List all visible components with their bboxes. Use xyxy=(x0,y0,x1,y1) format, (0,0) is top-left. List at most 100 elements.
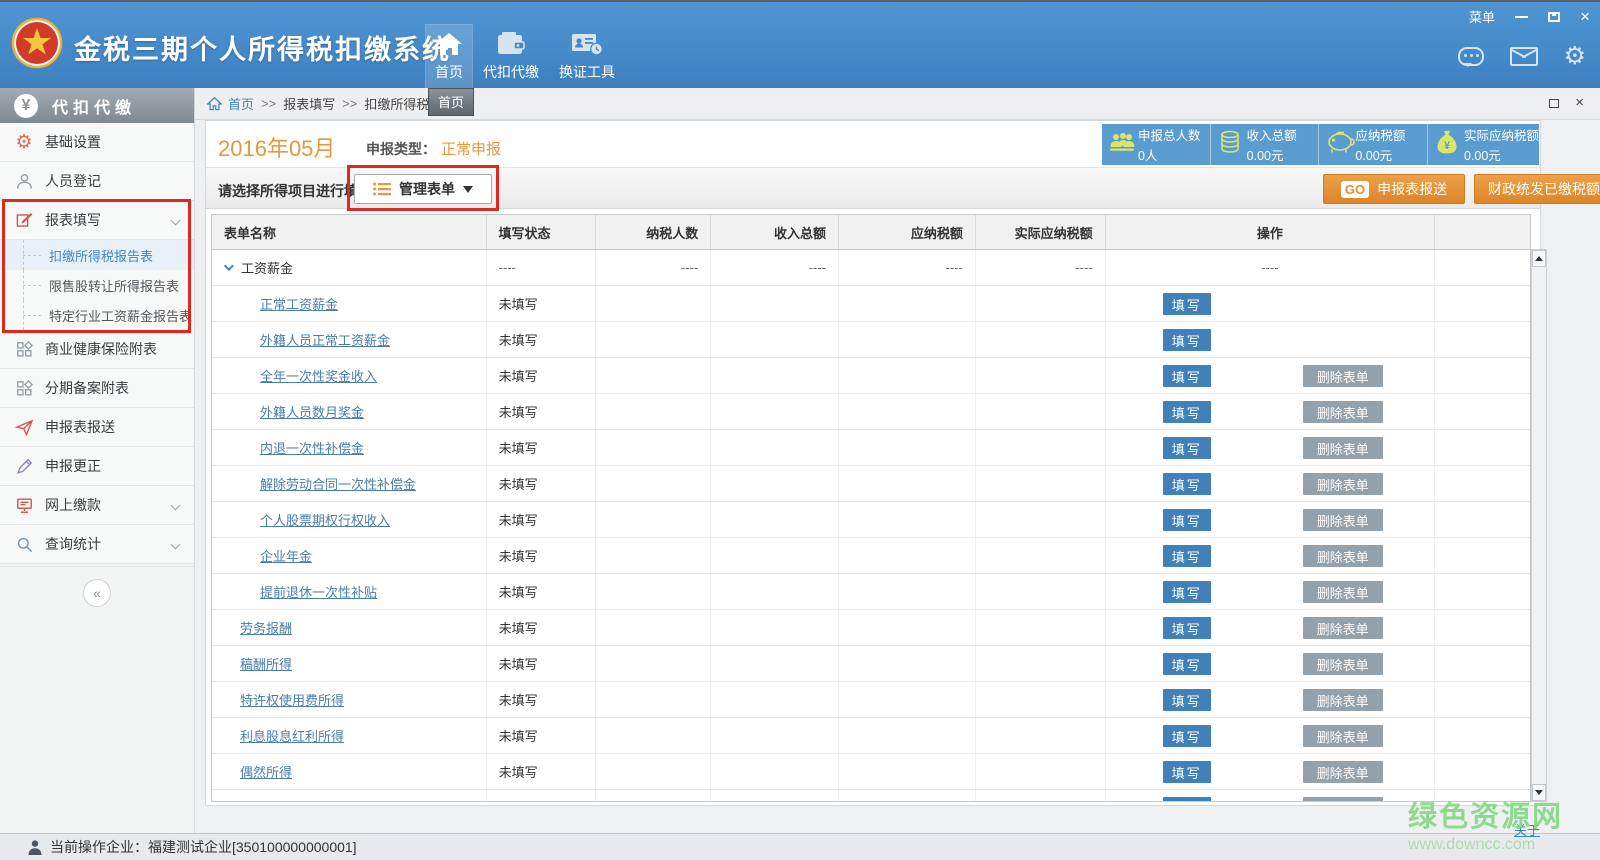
fill-button[interactable]: 填写 xyxy=(1163,293,1211,315)
form-name-link[interactable]: 偶然所得 xyxy=(240,762,292,781)
fill-button[interactable]: 填写 xyxy=(1163,725,1211,747)
sidebar-item-online-payment[interactable]: 网上缴款 xyxy=(0,486,194,525)
form-name-cell: 个人股票期权行权收入 xyxy=(212,502,487,537)
data-cell xyxy=(711,358,839,393)
sidebar-header: ¥ 代扣代缴 xyxy=(0,88,194,123)
column-header: 纳税人数 xyxy=(596,215,711,249)
delete-form-button[interactable]: 删除表单 xyxy=(1303,761,1383,783)
sidebar-item-declaration-submit[interactable]: 申报表报送 xyxy=(0,408,194,447)
fill-button[interactable]: 填写 xyxy=(1163,545,1211,567)
fill-button[interactable]: 填写 xyxy=(1163,401,1211,423)
stat-label: 申报总人数 xyxy=(1138,125,1201,144)
scroll-up-button[interactable] xyxy=(1532,250,1546,267)
table-group-row: 工资薪金------------------------ xyxy=(212,250,1530,286)
about-link[interactable]: 关于 xyxy=(1514,820,1540,839)
fill-status-cell: 未填写 xyxy=(487,682,597,717)
top-nav-withholding[interactable]: 代扣代缴 xyxy=(473,24,549,90)
fill-button[interactable]: 填写 xyxy=(1163,509,1211,531)
form-name-cell: 稿酬所得 xyxy=(212,646,487,681)
fill-button[interactable]: 填写 xyxy=(1163,689,1211,711)
panel-maximize-icon[interactable] xyxy=(1549,99,1559,108)
delete-form-button[interactable]: 删除表单 xyxy=(1303,653,1383,675)
delete-form-button[interactable]: 删除表单 xyxy=(1303,473,1383,495)
form-name-link[interactable]: 劳务报酬 xyxy=(240,618,292,637)
sidebar-item-declaration-correct[interactable]: 申报更正 xyxy=(0,447,194,486)
sidebar-item-report-filling[interactable]: 报表填写 xyxy=(0,201,194,240)
delete-form-button[interactable]: 删除表单 xyxy=(1303,545,1383,567)
sidebar-subitem-restricted-stock-report[interactable]: 限售股转让所得报告表 xyxy=(0,270,194,300)
form-name-link[interactable]: 外籍人员数月奖金 xyxy=(260,402,364,421)
sidebar-item-basic-settings[interactable]: ⚙基础设置 xyxy=(0,123,194,162)
close-icon[interactable]: × xyxy=(1580,10,1590,24)
form-name-link[interactable]: 特许权使用费所得 xyxy=(240,690,344,709)
form-name-link[interactable]: 外籍人员正常工资薪金 xyxy=(260,330,390,349)
fill-status-cell: 未填写 xyxy=(487,502,597,537)
settings-gear-icon[interactable]: ⚙ xyxy=(1564,44,1586,69)
empty-cell xyxy=(1435,466,1530,501)
coins-icon xyxy=(1218,130,1244,159)
form-name-link[interactable]: 提前退休一次性补贴 xyxy=(260,582,377,601)
fill-button[interactable]: 填写 xyxy=(1163,581,1211,603)
fill-button[interactable]: 填写 xyxy=(1163,617,1211,639)
form-name-link[interactable]: 解除劳动合同一次性补偿金 xyxy=(260,474,416,493)
fill-button[interactable]: 填写 xyxy=(1163,653,1211,675)
breadcrumb-home-link[interactable]: 首页 xyxy=(228,94,254,113)
delete-form-button[interactable]: 删除表单 xyxy=(1303,617,1383,639)
vertical-scrollbar[interactable] xyxy=(1531,249,1547,802)
sidebar-subitem-withholding-tax-report[interactable]: 扣缴所得税报告表 xyxy=(0,240,194,270)
delete-form-button[interactable]: 删除表单 xyxy=(1303,797,1383,802)
menu-button[interactable]: 菜单 xyxy=(1469,7,1495,26)
delete-form-button[interactable]: 删除表单 xyxy=(1303,689,1383,711)
breadcrumb-item-report-filling[interactable]: 报表填写 xyxy=(283,94,335,113)
chevron-down-icon xyxy=(171,501,181,511)
table-row: 外籍人员正常工资薪金未填写填写 xyxy=(212,322,1530,358)
fill-button[interactable]: 填写 xyxy=(1163,365,1211,387)
data-cell xyxy=(711,574,839,609)
delete-form-button[interactable]: 删除表单 xyxy=(1303,581,1383,603)
form-name-link[interactable]: 其他所得 xyxy=(240,798,292,802)
form-name-cell: 其他所得 xyxy=(212,790,487,802)
data-cell xyxy=(596,358,711,393)
sidebar-item-personnel-register[interactable]: 人员登记 xyxy=(0,162,194,201)
form-name-link[interactable]: 内退一次性补偿金 xyxy=(260,438,364,457)
form-name-link[interactable]: 企业年金 xyxy=(260,546,312,565)
message-icon[interactable] xyxy=(1458,47,1484,66)
finance-paid-tax-button[interactable]: 财政统发已缴税额 xyxy=(1474,174,1600,204)
minimize-icon[interactable] xyxy=(1515,16,1528,18)
fill-button[interactable]: 填写 xyxy=(1163,473,1211,495)
manage-forms-button[interactable]: 管理表单 xyxy=(354,174,492,204)
fill-button[interactable]: 填写 xyxy=(1163,437,1211,459)
mail-icon[interactable] xyxy=(1510,47,1538,66)
sidebar-subitem-special-industry-salary-report[interactable]: 特定行业工资薪金报告表 xyxy=(0,300,194,330)
app-window: 金税三期个人所得税扣缴系统 首页代扣代缴换证工具 菜单 × ⚙ 首页 ¥ 代扣代… xyxy=(0,0,1600,860)
delete-form-button[interactable]: 删除表单 xyxy=(1303,509,1383,531)
form-name-link[interactable]: 利息股息红利所得 xyxy=(240,726,344,745)
data-cell xyxy=(976,754,1106,789)
sidebar-item-installment-filing-schedule[interactable]: 分期备案附表 xyxy=(0,369,194,408)
chevron-down-icon[interactable] xyxy=(224,261,234,271)
form-name-link[interactable]: 稿酬所得 xyxy=(240,654,292,673)
submit-declaration-button[interactable]: GO 申报表报送 xyxy=(1323,174,1465,204)
stat-value: 0.00元 xyxy=(1247,145,1297,164)
delete-form-button[interactable]: 删除表单 xyxy=(1303,725,1383,747)
delete-form-button[interactable]: 删除表单 xyxy=(1303,401,1383,423)
data-cell: ---- xyxy=(711,250,839,285)
form-name-link[interactable]: 全年一次性奖金收入 xyxy=(260,366,377,385)
monitor-icon xyxy=(13,496,35,515)
sidebar-item-query-statistics[interactable]: 查询统计 xyxy=(0,525,194,564)
fill-button[interactable]: 填写 xyxy=(1163,329,1211,351)
scroll-down-button[interactable] xyxy=(1532,784,1546,801)
panel-close-icon[interactable]: × xyxy=(1575,97,1584,109)
delete-form-button[interactable]: 删除表单 xyxy=(1303,437,1383,459)
sidebar-item-health-insurance-schedule[interactable]: 商业健康保险附表 xyxy=(0,330,194,369)
fill-button[interactable]: 填写 xyxy=(1163,761,1211,783)
form-name-link[interactable]: 个人股票期权行权收入 xyxy=(260,510,390,529)
collapse-sidebar-button[interactable]: « xyxy=(83,579,111,607)
restore-icon[interactable] xyxy=(1548,12,1560,22)
data-cell xyxy=(839,682,976,717)
form-name-link[interactable]: 正常工资薪金 xyxy=(260,294,338,313)
top-nav-cert-tool[interactable]: 换证工具 xyxy=(549,24,625,90)
fill-button[interactable]: 填写 xyxy=(1163,797,1211,802)
top-nav-home[interactable]: 首页 xyxy=(425,24,473,90)
delete-form-button[interactable]: 删除表单 xyxy=(1303,365,1383,387)
